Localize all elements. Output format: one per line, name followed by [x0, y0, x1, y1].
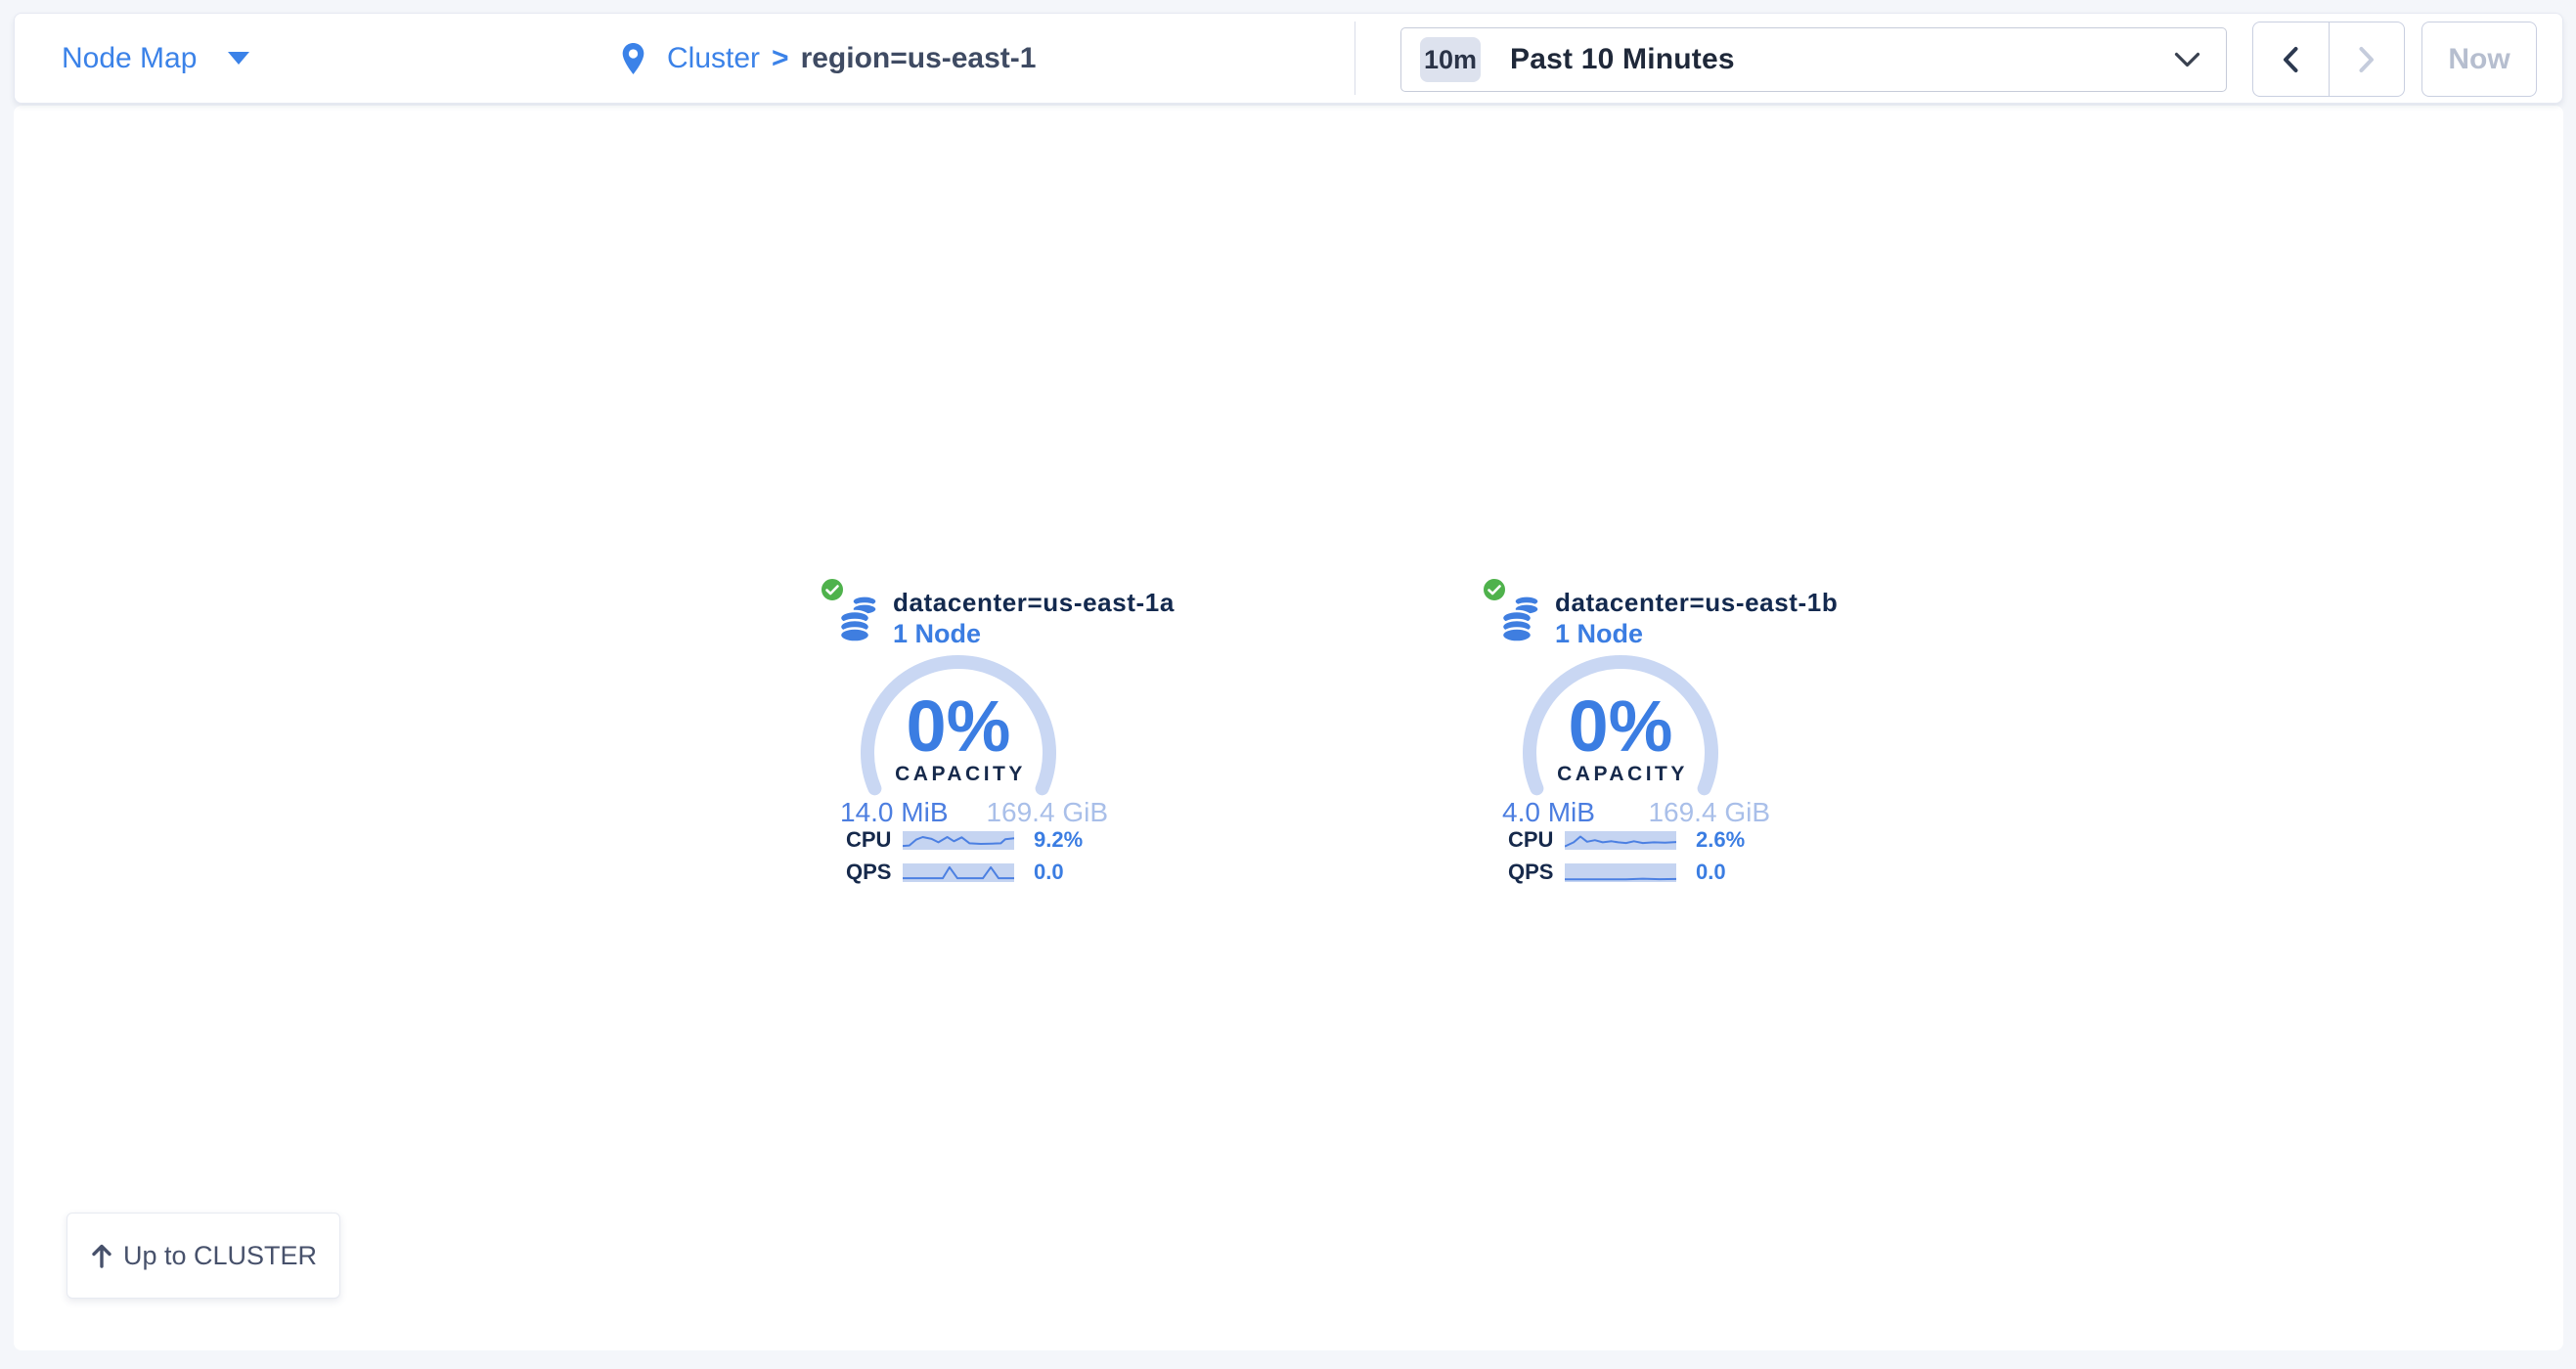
breadcrumb-cluster-link[interactable]: Cluster — [667, 42, 760, 75]
capacity-used: 14.0 MiB — [840, 797, 949, 828]
databases-icon — [835, 592, 880, 642]
qps-label: QPS — [1508, 860, 1565, 885]
capacity-label: CAPACITY — [895, 763, 1026, 785]
view-selector-label: Node Map — [62, 42, 197, 75]
breadcrumb: Cluster > region=us-east-1 — [621, 14, 1036, 103]
time-range-label: Past 10 Minutes — [1510, 43, 1735, 76]
cpu-sparkline — [1565, 831, 1676, 850]
qps-sparkline — [1565, 863, 1676, 882]
cpu-metric-row: CPU 2.6% — [1508, 829, 1745, 851]
capacity-total: 169.4 GiB — [1648, 797, 1770, 828]
up-arrow-icon — [90, 1243, 113, 1268]
up-to-cluster-label: Up to CLUSTER — [123, 1241, 317, 1271]
next-time-button[interactable] — [2330, 22, 2405, 96]
time-step-controls — [2252, 22, 2405, 97]
now-button[interactable]: Now — [2421, 22, 2537, 97]
cpu-value: 2.6% — [1696, 827, 1745, 853]
location-pin-icon — [621, 42, 645, 75]
cpu-value: 9.2% — [1034, 827, 1083, 853]
caret-down-icon — [228, 52, 249, 65]
header-bar: Node Map Cluster > region=us-east-1 10m … — [14, 13, 2563, 104]
qps-metric-row: QPS 0.0 — [1508, 861, 1726, 883]
locality-card-us-east-1a[interactable]: datacenter=us-east-1a 1 Node 0% CAPACITY… — [783, 562, 1116, 895]
time-range-badge: 10m — [1420, 37, 1481, 82]
capacity-label: CAPACITY — [1557, 763, 1688, 785]
capacity-used: 4.0 MiB — [1502, 797, 1595, 828]
capacity-total: 169.4 GiB — [986, 797, 1108, 828]
chevron-down-icon — [2174, 52, 2200, 68]
locality-title: datacenter=us-east-1a — [893, 588, 1175, 618]
qps-value: 0.0 — [1034, 860, 1064, 885]
chevron-right-icon — [2356, 45, 2377, 74]
capacity-percent: 0% — [907, 685, 1011, 767]
cpu-metric-row: CPU 9.2% — [846, 829, 1083, 851]
prev-time-button[interactable] — [2253, 22, 2329, 96]
breadcrumb-current: region=us-east-1 — [801, 42, 1037, 75]
up-to-cluster-button[interactable]: Up to CLUSTER — [67, 1213, 340, 1299]
cpu-sparkline — [903, 831, 1014, 850]
capacity-values-row: 14.0 MiB 169.4 GiB — [840, 797, 1108, 828]
time-range-selector[interactable]: 10m Past 10 Minutes — [1400, 27, 2227, 92]
qps-label: QPS — [846, 860, 903, 885]
cpu-label: CPU — [846, 827, 903, 853]
capacity-values-row: 4.0 MiB 169.4 GiB — [1502, 797, 1770, 828]
locality-card-us-east-1b[interactable]: datacenter=us-east-1b 1 Node 0% CAPACITY… — [1445, 562, 1778, 895]
qps-metric-row: QPS 0.0 — [846, 861, 1064, 883]
qps-value: 0.0 — [1696, 860, 1726, 885]
locality-title: datacenter=us-east-1b — [1555, 588, 1838, 618]
capacity-percent: 0% — [1569, 685, 1673, 767]
qps-sparkline — [903, 863, 1014, 882]
cpu-label: CPU — [1508, 827, 1565, 853]
databases-icon — [1497, 592, 1542, 642]
view-selector-dropdown[interactable]: Node Map — [62, 14, 249, 103]
node-map-canvas: datacenter=us-east-1a 1 Node 0% CAPACITY… — [14, 106, 2563, 1350]
chevron-left-icon — [2280, 45, 2301, 74]
breadcrumb-separator: > — [772, 42, 789, 75]
